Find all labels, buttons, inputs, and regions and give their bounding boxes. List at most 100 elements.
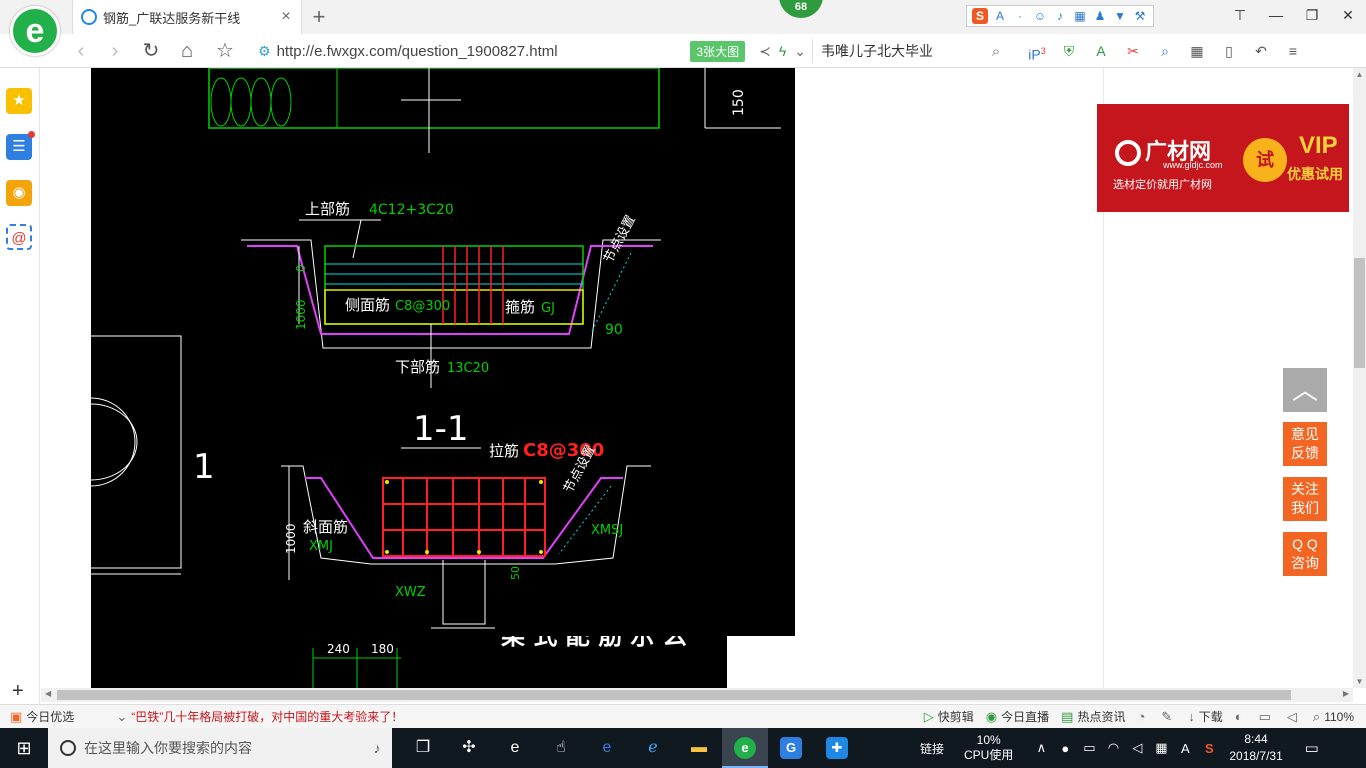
edge-icon[interactable]: e	[584, 728, 630, 768]
glodon-app-icon[interactable]: G	[768, 728, 814, 768]
pinwheel-app-icon[interactable]: ✣	[446, 728, 492, 768]
edge-legacy-icon[interactable]: e	[492, 728, 538, 768]
file-explorer-icon[interactable]: ▬	[676, 728, 722, 768]
mobile-icon[interactable]: ▯	[1218, 42, 1240, 60]
chevron-down-icon[interactable]: ⌄	[794, 43, 806, 60]
back-to-top-button[interactable]: ︿	[1283, 368, 1327, 412]
translate-icon[interactable]: A	[1090, 42, 1112, 60]
taskbar-search-input[interactable]: 在这里输入你要搜索的内容	[84, 738, 362, 758]
top-dim-label: 150	[731, 89, 747, 116]
shirt-icon[interactable]: ▼	[1112, 8, 1128, 24]
sogou-ime-icon[interactable]: S	[972, 8, 988, 24]
today-live[interactable]: ◉ 今日直播	[986, 708, 1049, 725]
shirt-skin-icon[interactable]: ⊤	[1222, 0, 1258, 30]
home-icon[interactable]: ⌂	[174, 38, 200, 64]
forward-icon[interactable]: ›	[102, 38, 128, 64]
browser-mode-icon[interactable]: ◐	[1235, 709, 1247, 724]
today-pick[interactable]: ▣ 今日优选	[10, 708, 74, 725]
fix-icon[interactable]: ✎	[1161, 709, 1176, 725]
close-window-icon[interactable]: ✕	[1330, 0, 1366, 30]
ad-banner[interactable]: 广材网 www.gldjc.com 选材定价就用广材网 试 VIP 优惠试用	[1097, 104, 1349, 212]
score-badge[interactable]: 68	[779, 0, 823, 18]
lightning-icon[interactable]: ϟ	[779, 43, 786, 59]
font-icon[interactable]: A	[992, 8, 1008, 24]
sogou-tray-icon[interactable]: S	[1197, 741, 1221, 756]
search-box[interactable]: 韦唯儿子北大毕业 ⌕	[812, 39, 1006, 63]
emoji-icon[interactable]: ☺	[1032, 8, 1048, 24]
scissors-icon[interactable]: ✂	[1122, 42, 1144, 60]
ie-icon[interactable]: ℯ	[630, 728, 676, 768]
windows-start-icon[interactable]: ⊞	[0, 728, 48, 768]
news-icon[interactable]: ☰	[6, 131, 35, 160]
horizontal-scrollbar[interactable]: ◀ ▶	[41, 688, 1353, 702]
taskbar-search[interactable]: 在这里输入你要搜索的内容 ♪	[48, 728, 392, 768]
new-tab-button[interactable]: +	[308, 4, 330, 30]
search-input[interactable]: 韦唯儿子北大毕业	[821, 41, 986, 61]
mail-icon[interactable]: @	[6, 224, 32, 250]
follow-us-button[interactable]: 关注 我们	[1283, 477, 1327, 521]
left-sidebar: ★ ☰ ◉ @ +	[0, 68, 40, 708]
minimize-icon[interactable]: —	[1258, 0, 1294, 30]
zoom-icon[interactable]: ⌕	[1154, 42, 1176, 60]
sound-icon[interactable]: ◁	[1287, 709, 1301, 725]
360-browser-icon[interactable]: e	[722, 728, 768, 768]
address-bar[interactable]: ⚙ http://e.fwxgx.com/question_1900827.ht…	[258, 39, 810, 63]
tab-close-icon[interactable]: ×	[279, 8, 293, 26]
keyboard-icon[interactable]: ▦	[1072, 8, 1088, 24]
add-sidebar-icon[interactable]: +	[12, 680, 24, 703]
scroll-down-icon[interactable]: ▼	[1353, 677, 1366, 686]
punctuation-icon[interactable]: ·	[1012, 8, 1028, 24]
scroll-left-icon[interactable]: ◀	[45, 689, 51, 698]
section2-column-stub	[442, 560, 486, 625]
chevron-up-icon[interactable]: ∧	[1029, 740, 1053, 756]
wifi-icon[interactable]: ◠	[1101, 740, 1125, 756]
blue-app-icon[interactable]: ✚	[814, 728, 860, 768]
vertical-scroll-thumb[interactable]	[1354, 258, 1365, 368]
browser-logo-icon[interactable]: e	[10, 6, 60, 56]
restore-icon[interactable]: ❐	[1294, 0, 1330, 30]
weibo-icon[interactable]: ◉	[6, 180, 32, 206]
ime-indicator[interactable]: A	[1173, 741, 1197, 756]
tray-links[interactable]: 链接	[920, 740, 944, 757]
favorites-icon[interactable]: ★	[6, 88, 32, 114]
microphone-icon[interactable]: ♪	[1052, 8, 1068, 24]
window-icon[interactable]: ▭	[1259, 709, 1275, 725]
keyboard-icon[interactable]: ▦	[1149, 740, 1173, 756]
scroll-up-icon[interactable]: ▲	[1353, 70, 1366, 79]
qq-consult-button[interactable]: Q Q 咨询	[1283, 532, 1327, 576]
back-icon[interactable]: ‹	[68, 38, 94, 64]
menu-icon[interactable]: ≡	[1282, 42, 1304, 60]
person-icon[interactable]: ●	[1053, 741, 1077, 756]
undo-icon[interactable]: ↶	[1250, 42, 1272, 60]
feedback-button[interactable]: 意见 反馈	[1283, 422, 1327, 466]
download[interactable]: ↓ 下载	[1188, 708, 1223, 725]
search-icon[interactable]: ⌕	[986, 43, 1006, 60]
battery-icon[interactable]: ▭	[1077, 740, 1101, 756]
grid-icon[interactable]: ▦	[1186, 42, 1208, 60]
tab-active[interactable]: 钢筋_广联达服务新干线 ×	[72, 0, 302, 34]
cpu-usage[interactable]: 10% CPU使用	[964, 733, 1013, 763]
speed-icon[interactable]: ◔	[1137, 709, 1149, 724]
share-icon[interactable]: ≺	[759, 43, 771, 60]
zoom-level[interactable]: ⌕ 110%	[1313, 709, 1354, 725]
horizontal-scroll-thumb[interactable]	[57, 690, 1291, 700]
clock[interactable]: 8:44 2018/7/31	[1229, 731, 1282, 765]
star-icon[interactable]: ☆	[212, 38, 238, 64]
scroll-right-icon[interactable]: ▶	[1343, 689, 1349, 698]
wrench-icon[interactable]: ⚒	[1132, 8, 1148, 24]
quick-edit[interactable]: ▷ 快剪辑	[924, 708, 974, 725]
volume-icon[interactable]: ◁	[1125, 740, 1149, 756]
url-text[interactable]: http://e.fwxgx.com/question_1900827.html	[277, 43, 691, 60]
vertical-scrollbar[interactable]: ▲ ▼	[1353, 68, 1366, 688]
big-image-button[interactable]: 3张大图	[690, 40, 746, 62]
shield-icon[interactable]: ⛨	[1058, 42, 1080, 60]
refresh-icon[interactable]: ↻	[138, 38, 164, 64]
hand-app-icon[interactable]: ☝	[538, 728, 584, 768]
hot-news[interactable]: ▤ 热点资讯	[1061, 708, 1125, 725]
user-icon[interactable]: ♟	[1092, 8, 1108, 24]
news-headline[interactable]: ⌄ “巴铁”几十年格局被打破，对中国的重大考验来了！	[116, 708, 403, 725]
task-view-icon[interactable]: ❐	[400, 728, 446, 768]
microphone-icon[interactable]: ♪	[362, 740, 392, 756]
ip-extension-icon[interactable]: iP3	[1026, 42, 1048, 63]
notification-icon[interactable]: ▭	[1297, 739, 1327, 757]
